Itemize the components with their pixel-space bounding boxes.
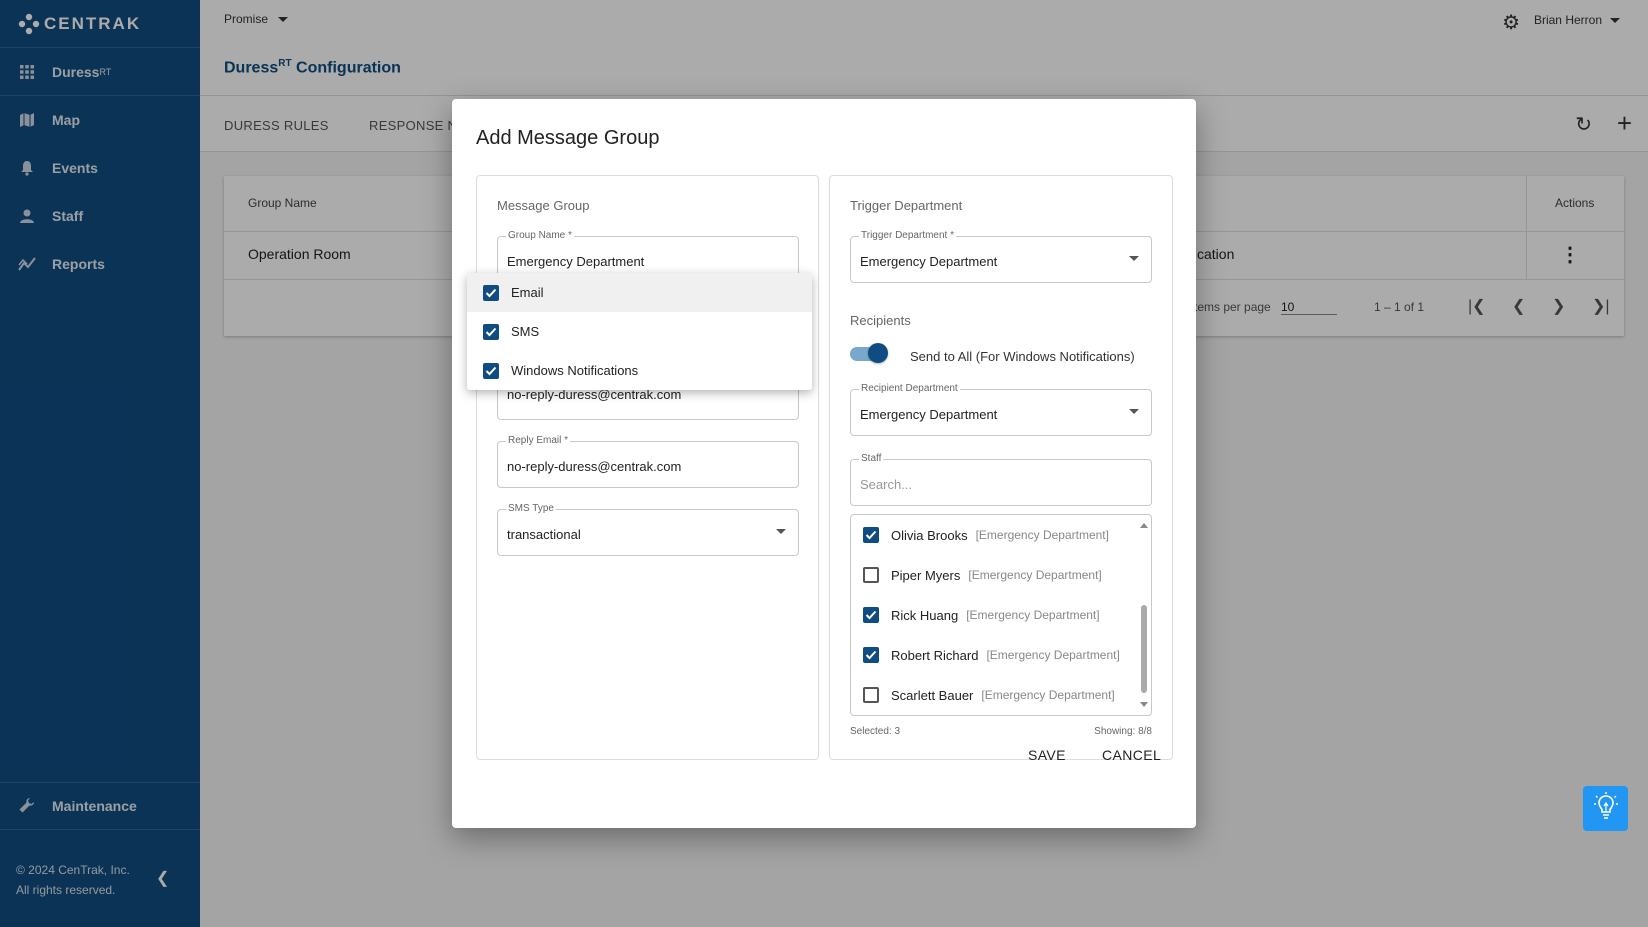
checkbox-checked-icon[interactable] (863, 607, 879, 623)
menu-item-label: Windows Notifications (511, 363, 639, 378)
save-button[interactable]: SAVE (1028, 747, 1066, 763)
staff-list-item[interactable]: Robert Richard [Emergency Department] (863, 645, 1120, 665)
staff-department: [Emergency Department] (968, 568, 1102, 582)
dialog-title: Add Message Group (476, 127, 660, 149)
checkbox-unchecked-icon[interactable] (863, 567, 879, 583)
checkbox-checked-icon[interactable] (863, 527, 879, 543)
field-label: Recipient Department (859, 383, 960, 394)
staff-list-item[interactable]: Olivia Brooks [Emergency Department] (863, 525, 1109, 545)
staff-name: Olivia Brooks (891, 527, 968, 543)
field-value: no-reply-duress@centrak.com (507, 459, 682, 474)
field-label: SMS Type (506, 503, 556, 514)
recipient-department-select[interactable]: Recipient Department Emergency Departmen… (850, 383, 1152, 436)
send-to-all-label: Send to All (For Windows Notifications) (910, 349, 1135, 364)
scroll-up-icon[interactable] (1140, 523, 1148, 528)
staff-name: Scarlett Bauer (891, 687, 974, 703)
scrollbar-thumb[interactable] (1141, 605, 1147, 693)
checkbox-checked-icon[interactable] (483, 323, 499, 340)
staff-name: Rick Huang (891, 607, 959, 623)
checkbox-checked-icon[interactable] (483, 362, 499, 379)
menu-item-sms[interactable]: SMS (467, 312, 812, 351)
notification-type-menu: Email SMS Windows Notifications (467, 273, 812, 390)
menu-item-label: SMS (511, 324, 540, 339)
field-label: Staff (859, 453, 884, 464)
checkbox-checked-icon[interactable] (863, 647, 879, 663)
menu-item-label: Email (511, 285, 544, 300)
staff-search-input[interactable]: Staff Search... (850, 453, 1152, 506)
panel-title: Trigger Department (850, 198, 963, 213)
menu-item-email[interactable]: Email (467, 273, 812, 312)
recipients-title: Recipients (850, 313, 911, 328)
checkbox-unchecked-icon[interactable] (863, 687, 879, 703)
field-value: Emergency Department (507, 254, 645, 269)
send-to-all-toggle[interactable] (850, 343, 888, 363)
trigger-department-panel: Trigger Department Trigger Department * … (829, 175, 1173, 760)
staff-list-item[interactable]: Scarlett Bauer [Emergency Department] (863, 685, 1115, 705)
staff-name: Piper Myers (891, 567, 961, 583)
chevron-down-icon (1129, 256, 1139, 261)
field-label: Reply Email * (506, 435, 571, 446)
scroll-down-icon[interactable] (1140, 702, 1148, 707)
panel-title: Message Group (497, 198, 590, 213)
staff-list-item[interactable]: Rick Huang [Emergency Department] (863, 605, 1100, 625)
field-value: Emergency Department (860, 254, 998, 269)
trigger-department-select[interactable]: Trigger Department * Emergency Departmen… (850, 230, 1152, 283)
lightbulb-icon (1593, 792, 1619, 825)
staff-list[interactable]: Olivia Brooks [Emergency Department] Pipe… (850, 514, 1152, 716)
field-value: Emergency Department (860, 407, 998, 422)
toggle-knob (868, 343, 888, 363)
selected-count: Selected: 3 (850, 726, 901, 737)
menu-item-windows-notifications[interactable]: Windows Notifications (467, 351, 812, 390)
staff-name: Robert Richard (891, 647, 979, 663)
field-label: Trigger Department * (859, 230, 956, 241)
add-message-group-dialog: Add Message Group Message Group Group Na… (452, 99, 1196, 828)
showing-count: Showing: 8/8 (1094, 726, 1152, 737)
chevron-down-icon (1129, 409, 1139, 414)
staff-department: [Emergency Department] (986, 648, 1120, 662)
checkbox-checked-icon[interactable] (483, 284, 499, 301)
cancel-button[interactable]: CANCEL (1102, 747, 1161, 763)
field-value: transactional (507, 527, 581, 542)
reply-email-field[interactable]: Reply Email * no-reply-duress@centrak.co… (497, 435, 799, 488)
staff-department: [Emergency Department] (981, 688, 1115, 702)
help-button[interactable] (1583, 786, 1628, 831)
message-group-panel: Message Group Group Name * Emergency Dep… (476, 175, 819, 760)
field-label: Group Name * (506, 230, 574, 241)
search-placeholder: Search... (860, 477, 913, 492)
staff-department: [Emergency Department] (975, 528, 1109, 542)
chevron-down-icon (776, 529, 786, 534)
staff-list-item[interactable]: Piper Myers [Emergency Department] (863, 565, 1102, 585)
staff-department: [Emergency Department] (966, 608, 1100, 622)
sms-type-select[interactable]: SMS Type transactional (497, 503, 799, 556)
